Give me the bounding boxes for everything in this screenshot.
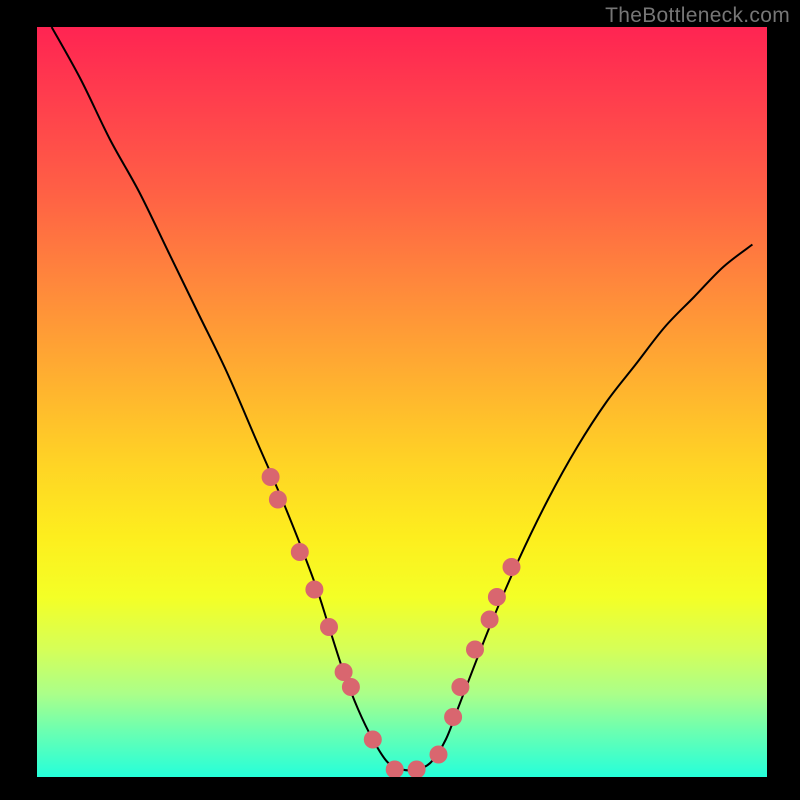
highlight-dot <box>262 468 280 486</box>
highlight-dot <box>364 731 382 749</box>
highlight-dot <box>291 543 309 561</box>
plot-svg <box>37 27 767 777</box>
highlight-dot <box>444 708 462 726</box>
highlight-dot <box>269 491 287 509</box>
highlight-dot <box>408 761 426 778</box>
bottleneck-curve <box>52 27 753 770</box>
highlight-dot <box>466 641 484 659</box>
highlight-dot <box>320 618 338 636</box>
highlight-dot <box>488 588 506 606</box>
highlight-dot <box>451 678 469 696</box>
highlight-dots-group <box>262 468 521 777</box>
watermark-text: TheBottleneck.com <box>605 4 790 28</box>
highlight-dot <box>305 581 323 599</box>
highlight-dot <box>430 746 448 764</box>
highlight-dot <box>342 678 360 696</box>
plot-area <box>37 27 767 777</box>
chart-frame: TheBottleneck.com <box>0 0 800 800</box>
highlight-dot <box>481 611 499 629</box>
highlight-dot <box>503 558 521 576</box>
